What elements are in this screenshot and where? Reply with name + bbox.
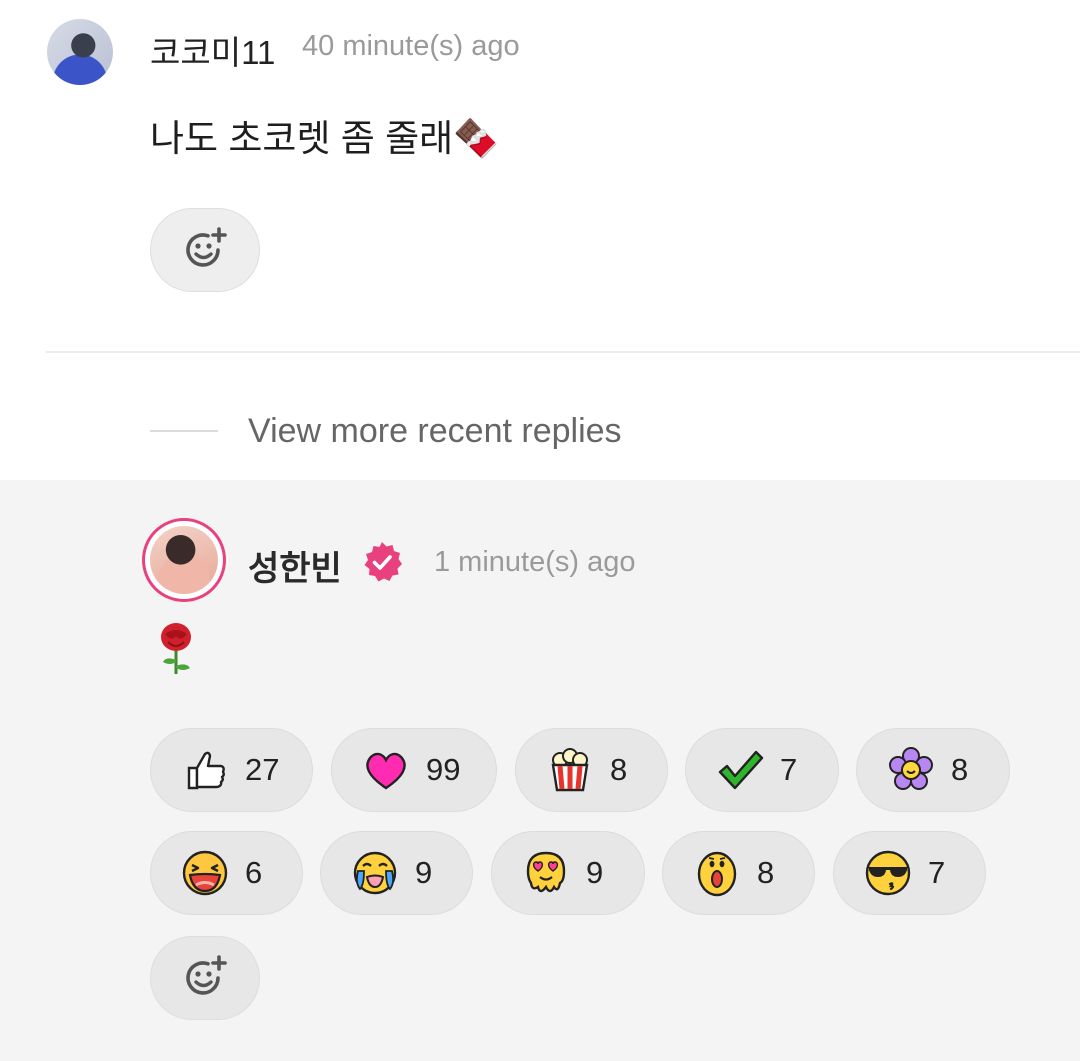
commenter-avatar[interactable]	[47, 19, 113, 85]
reaction-count: 9	[415, 855, 433, 890]
reaction-chip-sunglasses[interactable]: 7	[833, 831, 986, 915]
reaction-count: 7	[928, 855, 946, 890]
verified-badge-icon	[364, 542, 402, 582]
add-reaction-button[interactable]	[150, 936, 260, 1020]
thumbs-up-icon	[187, 751, 225, 790]
popcorn-icon	[551, 748, 589, 792]
comment-text: 나도 초코렛 좀 줄래🍫	[150, 118, 500, 159]
artist-avatar[interactable]	[150, 526, 218, 594]
add-emoji-icon	[186, 955, 227, 995]
commenter-username[interactable]: 코코미11	[150, 26, 275, 74]
rose-emoji	[161, 623, 191, 674]
reaction-count: 8	[610, 752, 628, 787]
add-emoji-icon	[186, 227, 227, 267]
heart-icon	[366, 752, 406, 790]
reaction-chip-crying[interactable]: 9	[320, 831, 473, 915]
add-reaction-button[interactable]	[150, 208, 260, 292]
reply-username[interactable]: 성한빈	[248, 541, 342, 590]
comment-timestamp: 40 minute(s) ago	[302, 30, 520, 62]
reaction-chip-heart[interactable]: 99	[331, 728, 497, 812]
divider	[46, 351, 1080, 353]
heart-eyes-melting-face-icon	[526, 851, 566, 893]
reaction-chip-surprised[interactable]: 8	[662, 831, 815, 915]
reaction-count: 27	[245, 752, 280, 787]
laughing-face-icon	[182, 850, 228, 896]
view-more-replies-link[interactable]: View more recent replies	[248, 412, 622, 451]
reaction-chip-heart-eyes[interactable]: 9	[491, 831, 645, 915]
sunglasses-face-icon	[865, 850, 911, 896]
reaction-count: 8	[951, 752, 969, 787]
checkmark-icon	[718, 750, 764, 790]
surprised-face-icon	[697, 851, 737, 897]
reaction-count: 8	[757, 855, 775, 890]
reaction-count: 9	[586, 855, 604, 890]
reaction-chip-flower[interactable]: 8	[856, 728, 1010, 812]
reaction-chip-laughing[interactable]: 6	[150, 831, 303, 915]
reaction-count: 7	[780, 752, 798, 787]
crying-face-icon	[353, 851, 397, 895]
flower-icon	[889, 747, 933, 790]
reaction-chip-thumbs-up[interactable]: 27	[150, 728, 313, 812]
reaction-count: 6	[245, 855, 263, 890]
view-more-line	[150, 430, 218, 432]
reply-timestamp: 1 minute(s) ago	[434, 546, 636, 578]
reaction-count: 99	[426, 752, 461, 787]
reaction-chip-checkmark[interactable]: 7	[685, 728, 839, 812]
reaction-chip-popcorn[interactable]: 8	[515, 728, 668, 812]
